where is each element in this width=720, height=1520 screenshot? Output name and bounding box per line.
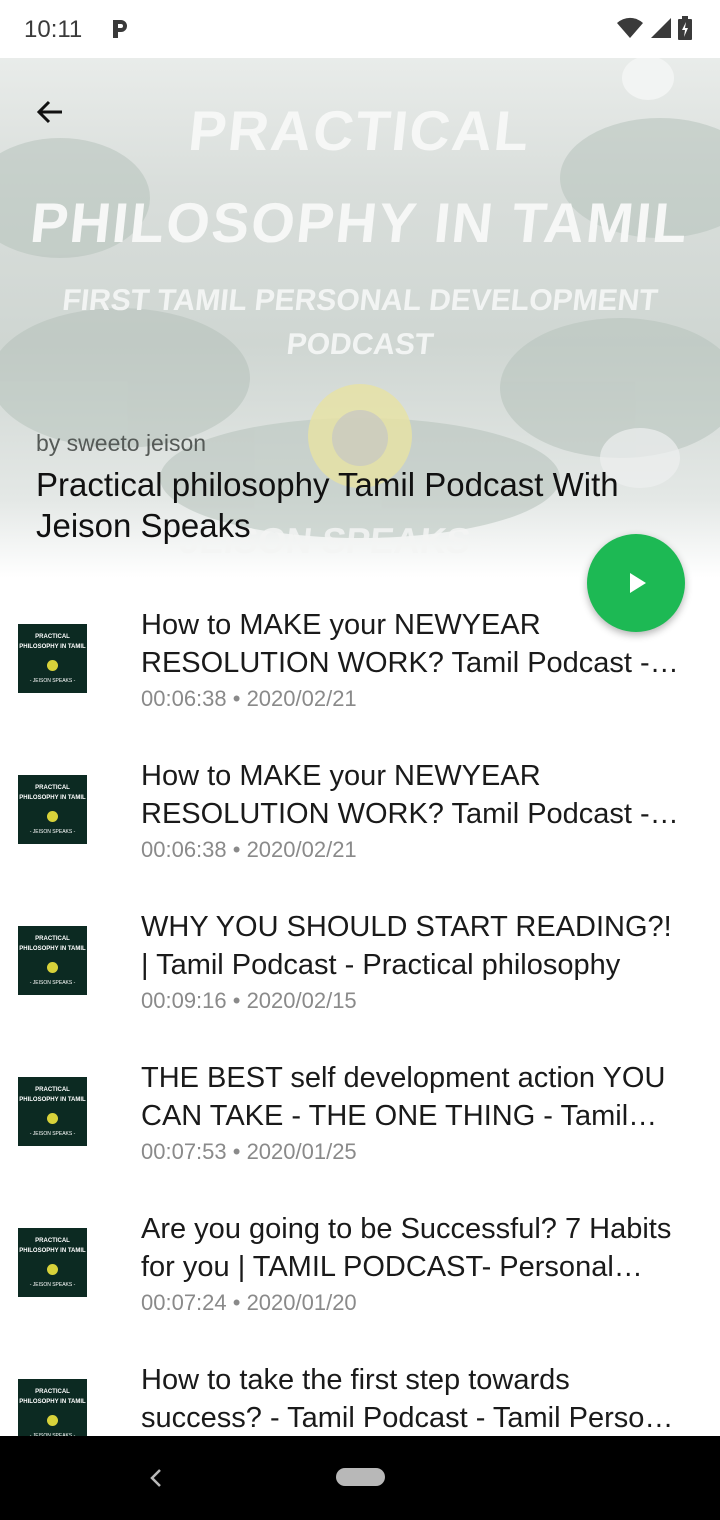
artwork-title-line1: PRACTICAL xyxy=(185,99,535,162)
artwork-title-line2: PHILOSOPHY IN TAMIL xyxy=(27,191,693,254)
episode-title: WHY YOU SHOULD START READING?! | Tamil P… xyxy=(141,911,672,981)
episode-thumbnail: PRACTICAL PHILOSOPHY IN TAMIL - JEISON S… xyxy=(18,1077,87,1146)
podcast-author: by sweeto jeison xyxy=(36,430,207,456)
artwork-subtitle-line2: PODCAST xyxy=(284,328,436,361)
status-bar: 10:11 xyxy=(0,0,720,58)
episode-meta: 00:06:38 • 2020/02/21 xyxy=(141,686,357,711)
episode-item[interactable]: PRACTICAL PHILOSOPHY IN TAMIL - JEISON S… xyxy=(0,1337,720,1436)
status-time: 10:11 xyxy=(24,16,83,43)
headphones-logo xyxy=(47,1415,58,1426)
podcast-header: PRACTICAL PHILOSOPHY IN TAMIL FIRST TAMI… xyxy=(0,58,720,578)
episode-item[interactable]: PRACTICAL PHILOSOPHY IN TAMIL - JEISON S… xyxy=(0,733,720,884)
headphones-logo xyxy=(47,811,58,822)
battery-icon xyxy=(678,16,692,45)
episode-thumbnail: PRACTICAL PHILOSOPHY IN TAMIL - JEISON S… xyxy=(18,775,87,844)
episode-thumbnail: PRACTICAL PHILOSOPHY IN TAMIL - JEISON S… xyxy=(18,1379,87,1436)
nav-back-icon[interactable] xyxy=(146,1466,166,1495)
headphones-logo xyxy=(47,962,58,973)
status-icons xyxy=(616,16,692,45)
episode-thumbnail: PRACTICAL PHILOSOPHY IN TAMIL - JEISON S… xyxy=(18,1228,87,1297)
episode-title: How to take the first step towards succe… xyxy=(141,1364,684,1434)
wifi-icon xyxy=(616,16,644,45)
episode-meta: 00:07:53 • 2020/01/25 xyxy=(141,1139,357,1164)
episode-thumbnail: PRACTICAL PHILOSOPHY IN TAMIL - JEISON S… xyxy=(18,926,87,995)
episode-title: Are you going to be Successful? 7 Habits… xyxy=(141,1213,672,1283)
episode-item[interactable]: PRACTICAL PHILOSOPHY IN TAMIL - JEISON S… xyxy=(0,884,720,1035)
podcast-title: Practical philosophy Tamil Podcast With … xyxy=(36,466,619,544)
cellular-signal-icon xyxy=(650,16,672,45)
episode-meta: 00:06:38 • 2020/02/21 xyxy=(141,837,357,862)
episode-item[interactable]: PRACTICAL PHILOSOPHY IN TAMIL - JEISON S… xyxy=(0,1035,720,1186)
system-navigation-bar xyxy=(0,1436,720,1520)
play-icon xyxy=(630,573,646,593)
artwork-subtitle-line1: FIRST TAMIL PERSONAL DEVELOPMENT xyxy=(60,284,660,317)
headphones-logo xyxy=(47,1264,58,1275)
back-button[interactable] xyxy=(22,84,78,140)
episode-meta: 00:07:24 • 2020/01/20 xyxy=(141,1290,357,1315)
episode-meta: 00:09:16 • 2020/02/15 xyxy=(141,988,357,1013)
episode-list: PRACTICAL PHILOSOPHY IN TAMIL - JEISON S… xyxy=(0,582,720,1436)
parking-notification-icon xyxy=(110,18,130,40)
nav-home-pill[interactable] xyxy=(336,1468,385,1486)
play-button[interactable] xyxy=(587,534,685,632)
headphones-logo xyxy=(47,1113,58,1124)
episode-item[interactable]: PRACTICAL PHILOSOPHY IN TAMIL - JEISON S… xyxy=(0,1186,720,1337)
episode-title: THE BEST self development action YOU CAN… xyxy=(141,1062,666,1132)
episode-thumbnail: PRACTICAL PHILOSOPHY IN TAMIL - JEISON S… xyxy=(18,624,87,693)
episode-title: How to MAKE your NEWYEAR RESOLUTION WORK… xyxy=(141,760,650,830)
headphones-logo xyxy=(47,660,58,671)
back-arrow-icon xyxy=(36,100,62,124)
